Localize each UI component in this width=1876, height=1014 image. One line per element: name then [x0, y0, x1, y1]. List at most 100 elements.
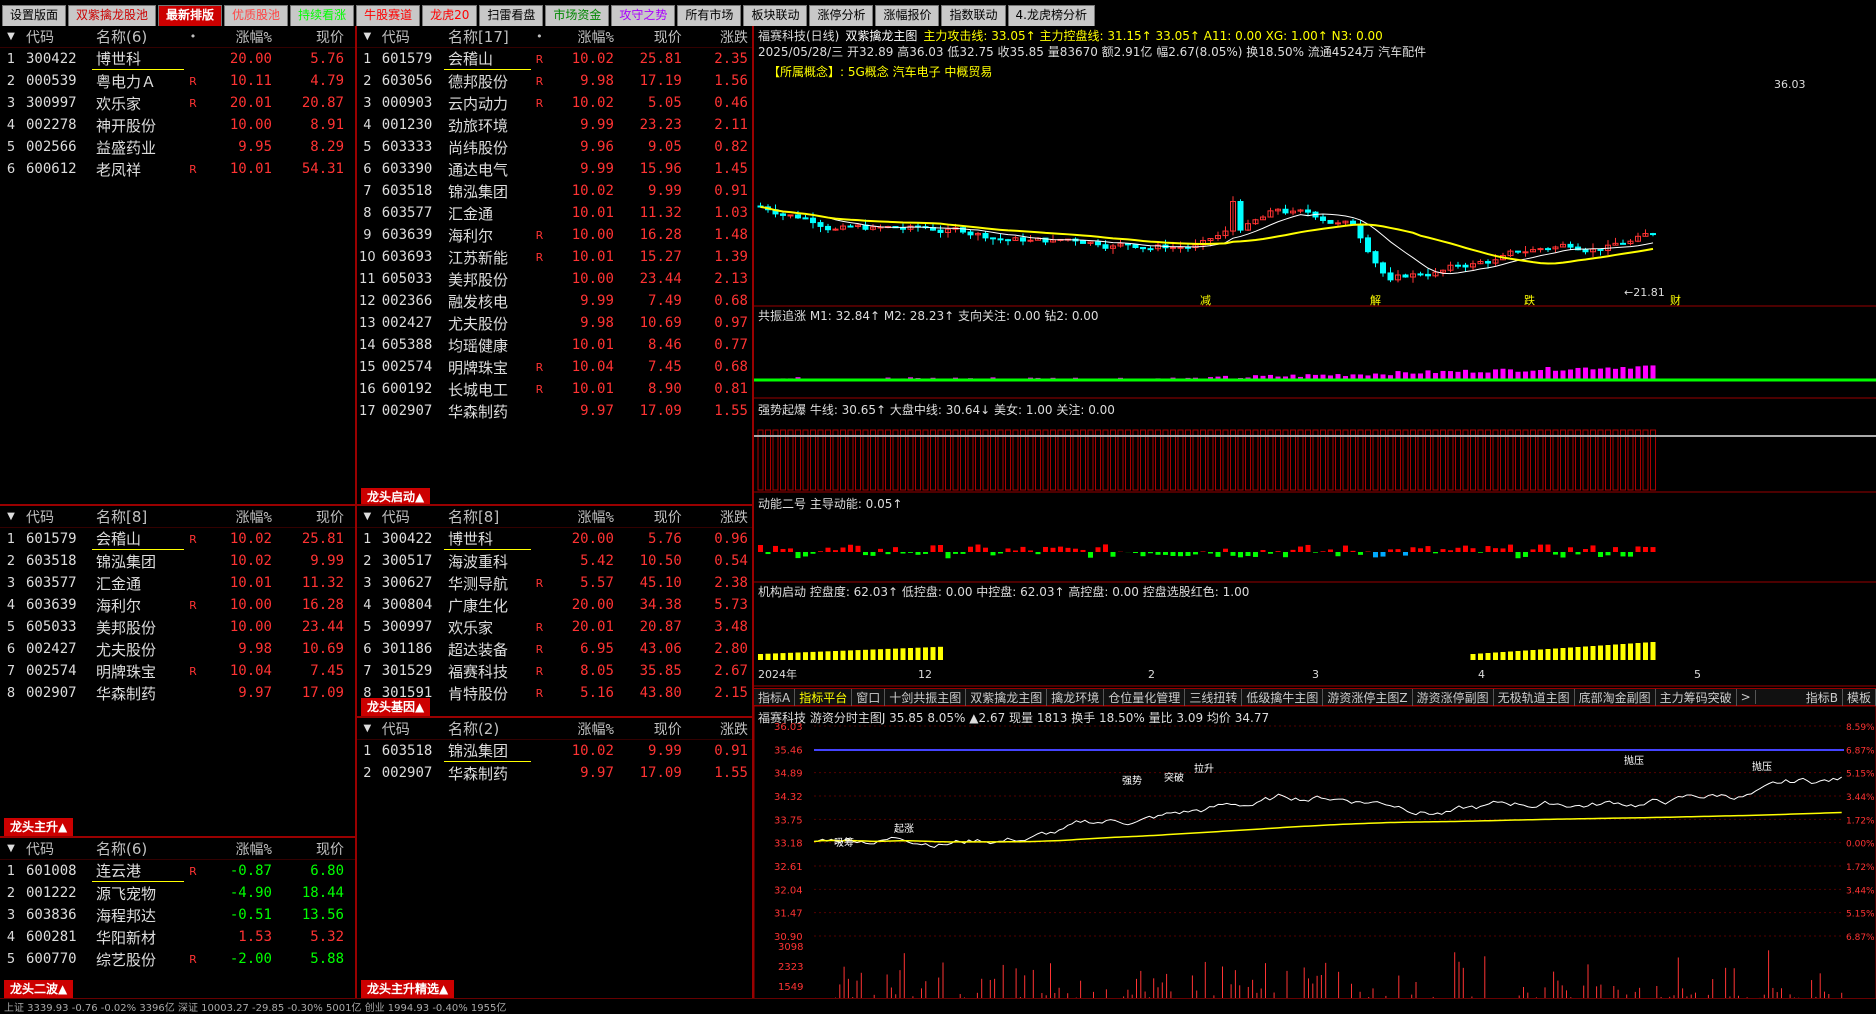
column-header[interactable]: 代码 — [378, 27, 444, 47]
table-row[interactable]: 5600770综艺股份R-2.005.88 — [0, 948, 355, 970]
sort-toggle-icon[interactable]: ▼ — [357, 511, 378, 522]
column-header[interactable]: 涨幅% — [202, 839, 272, 859]
table-row[interactable]: 5002566益盛药业9.958.29 — [0, 136, 355, 158]
column-header[interactable]: 现价 — [272, 839, 348, 859]
column-header[interactable]: 名称(2) — [444, 718, 531, 739]
func-button[interactable]: 指标平台 — [795, 689, 852, 706]
column-header[interactable]: 代码 — [378, 719, 444, 739]
table-row[interactable]: 2603056德邦股份R9.9817.191.56 — [357, 70, 752, 92]
table-row[interactable]: 8603577汇金通10.0111.321.03 — [357, 202, 752, 224]
panel-title-badge[interactable]: 龙头主升精选▲ — [361, 980, 454, 998]
column-header[interactable]: 名称[17] — [444, 26, 531, 47]
panel-title-badge[interactable]: 龙头二波▲ — [4, 980, 73, 998]
table-row[interactable]: 6002427尤夫股份9.9810.69 — [0, 638, 355, 660]
panel-title-badge[interactable]: 龙头主升▲ — [4, 818, 73, 836]
tab-0[interactable]: 设置版面 — [2, 5, 66, 26]
table-row[interactable]: 10603693江苏新能R10.0115.271.39 — [357, 246, 752, 268]
column-header[interactable]: 涨跌 — [686, 27, 752, 47]
func-button[interactable]: 双紫擒龙主图 — [966, 689, 1047, 706]
column-header[interactable]: 名称(6) — [92, 838, 184, 859]
table-row[interactable]: 5605033美邦股份10.0023.44 — [0, 616, 355, 638]
table-row[interactable]: 17002907华森制药9.9717.091.55 — [357, 400, 752, 422]
column-header[interactable]: 涨幅% — [548, 719, 614, 739]
column-header[interactable]: • — [531, 30, 548, 43]
func-button[interactable]: 游资涨停副图 — [1413, 689, 1494, 706]
table-row[interactable]: 8002907华森制药9.9717.09 — [0, 682, 355, 704]
column-header[interactable]: 代码 — [22, 839, 92, 859]
table-row[interactable]: 2000539粤电力ＡR10.114.79 — [0, 70, 355, 92]
column-header[interactable]: 现价 — [614, 719, 686, 739]
func-button[interactable]: 无极轨道主图 — [1494, 689, 1575, 706]
tab-11[interactable]: 板块联动 — [743, 5, 807, 26]
table-row[interactable]: 12002366融发核电9.997.490.68 — [357, 290, 752, 312]
sort-toggle-icon[interactable]: ▼ — [357, 31, 378, 42]
column-header[interactable]: 涨幅% — [202, 507, 272, 527]
panel-title-badge[interactable]: 龙头基因▲ — [361, 698, 430, 716]
tab-3[interactable]: 优质股池 — [224, 5, 288, 26]
tab-9[interactable]: 攻守之势 — [611, 5, 675, 26]
table-row[interactable]: 4002278神开股份10.008.91 — [0, 114, 355, 136]
table-row[interactable]: 2300517海波重科5.4210.500.54 — [357, 550, 752, 572]
tab-13[interactable]: 涨幅报价 — [875, 5, 939, 26]
table-row[interactable]: 3300627华测导航R5.5745.102.38 — [357, 572, 752, 594]
column-header[interactable]: 涨幅% — [202, 27, 272, 47]
tab-4[interactable]: 持续看涨 — [290, 5, 354, 26]
table-row[interactable]: 1603518锦泓集团10.029.990.91 — [357, 740, 752, 762]
func-button[interactable]: 模板 — [1843, 689, 1876, 706]
table-row[interactable]: 7002574明牌珠宝R10.047.45 — [0, 660, 355, 682]
table-row[interactable]: 6301186超达装备R6.9543.062.80 — [357, 638, 752, 660]
column-header[interactable]: 名称(6) — [92, 26, 184, 47]
table-row[interactable]: 6600612老凤祥R10.0154.31 — [0, 158, 355, 180]
table-row[interactable]: 9603639海利尔R10.0016.281.48 — [357, 224, 752, 246]
tab-8[interactable]: 市场资金 — [545, 5, 609, 26]
sort-toggle-icon[interactable]: ▼ — [0, 511, 22, 522]
func-button[interactable]: 指标A — [754, 689, 795, 706]
table-row[interactable]: 1300422博世科20.005.76 — [0, 48, 355, 70]
table-row[interactable]: 1601579会稽山R10.0225.81 — [0, 528, 355, 550]
table-row[interactable]: 1601579会稽山R10.0225.812.35 — [357, 48, 752, 70]
table-row[interactable]: 7603518锦泓集团10.029.990.91 — [357, 180, 752, 202]
table-row[interactable]: 1300422博世科20.005.760.96 — [357, 528, 752, 550]
table-row[interactable]: 2001222源飞宠物-4.9018.44 — [0, 882, 355, 904]
tab-6[interactable]: 龙虎20 — [422, 5, 477, 26]
func-button[interactable]: 主力筹码突破 — [1656, 689, 1737, 706]
column-header[interactable]: 涨幅% — [548, 27, 614, 47]
table-row[interactable]: 5300997欢乐家R20.0120.873.48 — [357, 616, 752, 638]
table-row[interactable]: 5603333尚纬股份9.969.050.82 — [357, 136, 752, 158]
column-header[interactable]: 代码 — [378, 507, 444, 527]
column-header[interactable]: 代码 — [22, 507, 92, 527]
tab-10[interactable]: 所有市场 — [677, 5, 741, 26]
column-header[interactable]: 名称[8] — [92, 506, 184, 527]
table-row[interactable]: 6603390通达电气9.9915.961.45 — [357, 158, 752, 180]
table-row[interactable]: 15002574明牌珠宝R10.047.450.68 — [357, 356, 752, 378]
table-row[interactable]: 3603577汇金通10.0111.32 — [0, 572, 355, 594]
sort-toggle-icon[interactable]: ▼ — [0, 31, 22, 42]
sort-toggle-icon[interactable]: ▼ — [0, 843, 22, 854]
func-button[interactable]: 游资涨停主图Z — [1323, 689, 1412, 706]
column-header[interactable]: 涨跌 — [686, 719, 752, 739]
table-row[interactable]: 4300804广康生化20.0034.385.73 — [357, 594, 752, 616]
func-button[interactable]: > — [1737, 690, 1756, 704]
table-row[interactable]: 4603639海利尔R10.0016.28 — [0, 594, 355, 616]
table-row[interactable]: 2603518锦泓集团10.029.99 — [0, 550, 355, 572]
table-row[interactable]: 3603836海程邦达-0.5113.56 — [0, 904, 355, 926]
table-row[interactable]: 3000903云内动力R10.025.050.46 — [357, 92, 752, 114]
column-header[interactable]: 现价 — [614, 27, 686, 47]
tab-14[interactable]: 指数联动 — [941, 5, 1005, 26]
table-row[interactable]: 1601008连云港R-0.876.80 — [0, 860, 355, 882]
func-button[interactable]: 擒龙环境 — [1047, 689, 1104, 706]
tab-15[interactable]: 4.龙虎榜分析 — [1008, 5, 1095, 26]
column-header[interactable]: 名称[8] — [444, 506, 531, 527]
func-button[interactable]: 窗口 — [852, 689, 885, 706]
table-row[interactable]: 13002427尤夫股份9.9810.690.97 — [357, 312, 752, 334]
func-button[interactable]: 仓位量化管理 — [1104, 689, 1185, 706]
table-row[interactable]: 14605388均瑶健康10.018.460.77 — [357, 334, 752, 356]
column-header[interactable]: 现价 — [614, 507, 686, 527]
tab-12[interactable]: 涨停分析 — [809, 5, 873, 26]
sort-toggle-icon[interactable]: ▼ — [357, 723, 378, 734]
func-button[interactable]: 十剑共振主图 — [885, 689, 966, 706]
column-header[interactable]: 涨跌 — [686, 507, 752, 527]
tab-7[interactable]: 扫雷看盘 — [479, 5, 543, 26]
func-button[interactable]: 指标B — [1802, 689, 1843, 706]
func-button[interactable]: 低级擒牛主图 — [1242, 689, 1323, 706]
